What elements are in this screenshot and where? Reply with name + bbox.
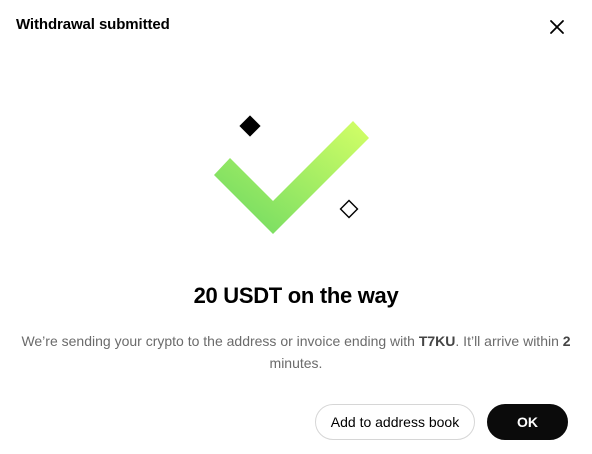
address-suffix: T7KU — [418, 333, 456, 349]
filled-diamond-icon — [239, 115, 261, 137]
status-message: We’re sending your crypto to the address… — [0, 330, 592, 374]
close-icon — [550, 20, 564, 34]
message-line-2: minutes. — [269, 355, 323, 371]
success-illustration — [200, 108, 390, 248]
withdrawal-dialog: Withdrawal submitted 20 USDT on the way … — [0, 0, 592, 454]
ok-button[interactable]: OK — [487, 404, 568, 440]
outline-diamond-icon — [339, 199, 359, 219]
arrival-minutes: 2 — [562, 333, 571, 349]
message-text: . It’ll arrive within — [455, 333, 563, 349]
close-button[interactable] — [545, 15, 569, 39]
amount-headline: 20 USDT on the way — [193, 283, 399, 308]
message-text: We’re sending your crypto to the address… — [21, 333, 419, 349]
add-to-address-book-button[interactable]: Add to address book — [315, 404, 475, 440]
dialog-title: Withdrawal submitted — [16, 16, 170, 33]
message-line-1: We’re sending your crypto to the address… — [0, 330, 592, 352]
checkmark-icon — [214, 121, 369, 234]
